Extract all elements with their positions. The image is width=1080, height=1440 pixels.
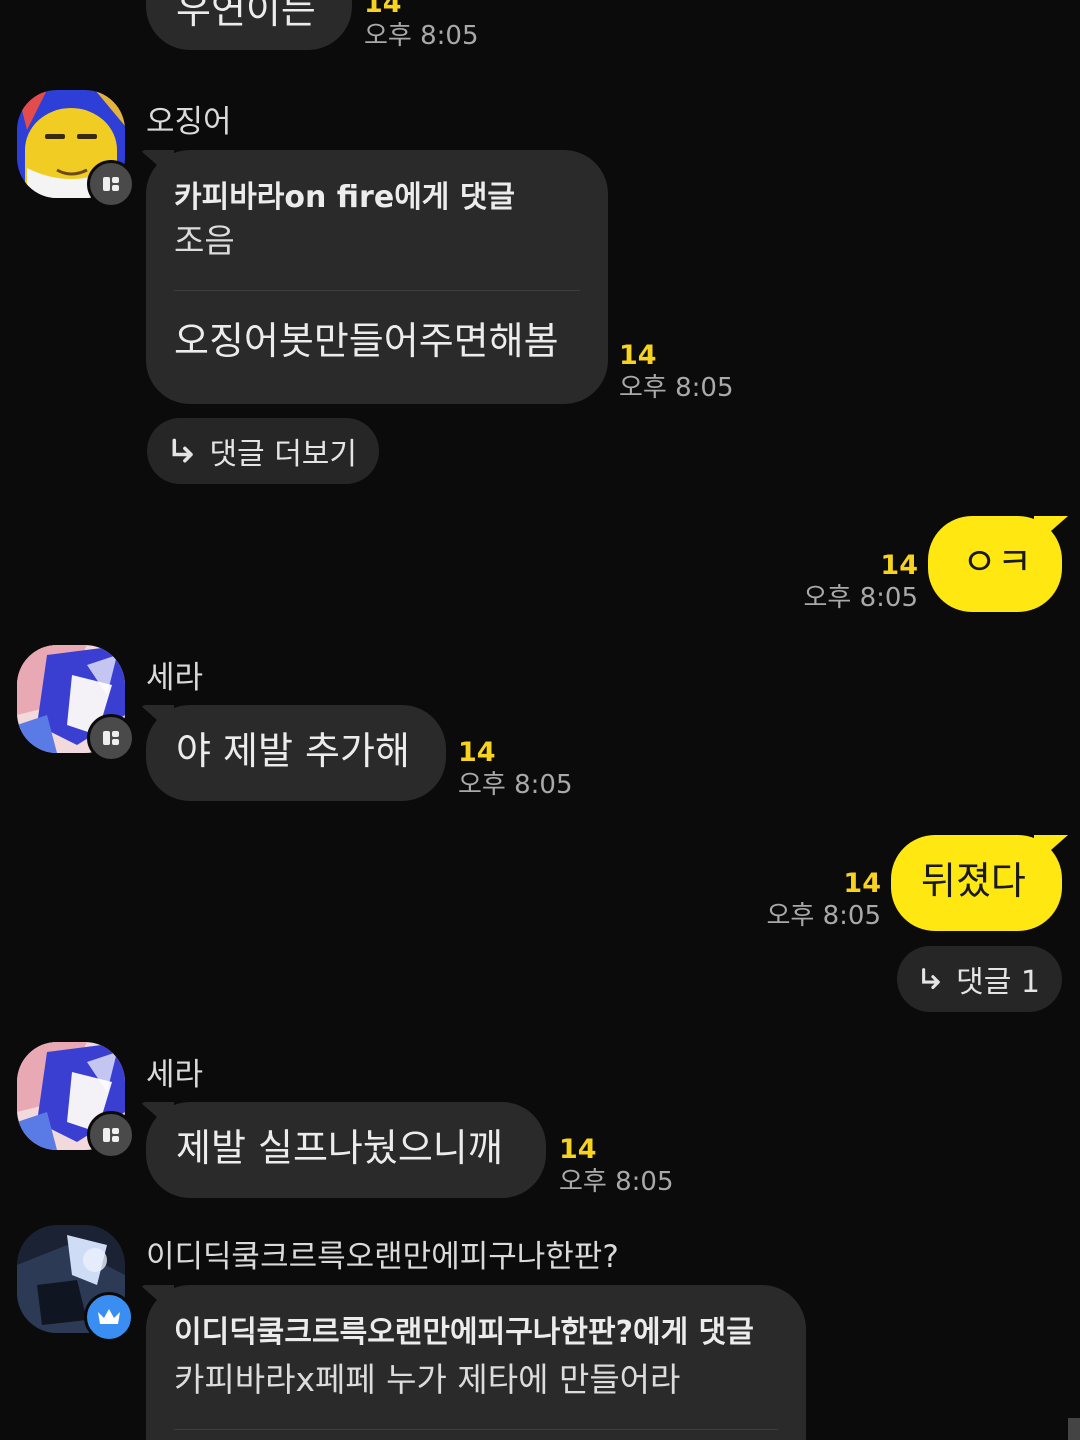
replies-count-button[interactable]: 댓글 1 xyxy=(897,946,1062,1012)
message-text: 야 제발 추가해 xyxy=(176,729,410,773)
my-message-bubble[interactable]: ㅇㅋ xyxy=(928,516,1062,612)
more-replies-label: 댓글 더보기 xyxy=(209,437,357,472)
my-message-bubble[interactable]: 뒤졌다 xyxy=(891,835,1062,931)
message-meta: 14 오후 8:05 xyxy=(364,0,479,52)
message-text: 우연이든 xyxy=(176,0,316,32)
crown-icon xyxy=(84,1292,134,1342)
reply-divider xyxy=(174,290,580,291)
message-bubble[interactable]: 제발 실프나눴으니깨 xyxy=(146,1102,546,1198)
message-meta: 14 오후 8:05 xyxy=(804,550,919,614)
message-meta: 14 오후 8:05 xyxy=(767,868,882,932)
unread-count: 14 xyxy=(559,1134,597,1165)
sender-name: 세라 xyxy=(146,1057,204,1093)
sender-name: 세라 xyxy=(146,660,204,696)
unread-count: 14 xyxy=(619,340,657,371)
more-replies-button[interactable]: 댓글 더보기 xyxy=(147,418,379,484)
unread-count: 14 xyxy=(843,868,881,899)
message-text: 뒤졌다 xyxy=(921,859,1026,903)
message-text: ㅇㅋ xyxy=(962,540,1032,584)
sender-name: 오징어 xyxy=(146,104,232,140)
unread-count: 14 xyxy=(458,737,496,768)
reply-arrow-icon xyxy=(172,438,193,463)
message-time: 오후 8:05 xyxy=(619,373,734,403)
message-text: 오징어봇만들어주면해봄 xyxy=(174,319,559,363)
unread-count: 14 xyxy=(880,550,918,581)
manager-badge-icon xyxy=(87,1111,135,1159)
replies-count-label: 댓글 1 xyxy=(956,965,1040,1000)
manager-badge-icon xyxy=(87,714,135,762)
message-bubble[interactable]: 우연이든 xyxy=(146,0,352,50)
quoted-text: 카피바라x페페 누가 제타에 만들어라 xyxy=(174,1360,681,1399)
unread-count: 14 xyxy=(364,0,402,19)
reply-message-bubble[interactable]: 카피바라on fire에게 댓글 조음 오징어봇만들어주면해봄 xyxy=(146,150,608,404)
quoted-text: 조음 xyxy=(174,221,235,260)
reply-arrow-icon xyxy=(922,968,940,990)
scrollbar[interactable] xyxy=(1068,1418,1080,1440)
reply-message-bubble[interactable]: 이디딕쿸크르륵오랜만에피구나한판?에게 댓글 카피바라x페페 누가 제타에 만들… xyxy=(146,1285,806,1440)
message-meta: 14 오후 8:05 xyxy=(619,340,734,404)
message-bubble[interactable]: 야 제발 추가해 xyxy=(146,705,446,801)
reply-target: 이디딕쿸크르륵오랜만에피구나한판?에게 댓글 xyxy=(174,1315,754,1350)
sender-name: 이디딕쿸크르륵오랜만에피구나한판? xyxy=(146,1239,619,1275)
message-time: 오후 8:05 xyxy=(364,21,479,51)
message-time: 오후 8:05 xyxy=(458,770,573,800)
manager-badge-icon xyxy=(87,160,135,208)
message-time: 오후 8:05 xyxy=(766,901,882,931)
message-meta: 14 오후 8:05 xyxy=(559,1134,674,1198)
chat-screen[interactable]: 우연이든 14 오후 8:05 오징어 카피바라on fire에게 댓글 조음 … xyxy=(0,0,1080,1440)
message-meta: 14 오후 8:05 xyxy=(458,737,573,801)
message-time: 오후 8:05 xyxy=(803,583,919,613)
reply-target: 카피바라on fire에게 댓글 xyxy=(174,180,516,215)
reply-divider xyxy=(174,1429,778,1430)
message-text: 제발 실프나눴으니깨 xyxy=(176,1126,503,1170)
message-time: 오후 8:05 xyxy=(559,1167,674,1197)
